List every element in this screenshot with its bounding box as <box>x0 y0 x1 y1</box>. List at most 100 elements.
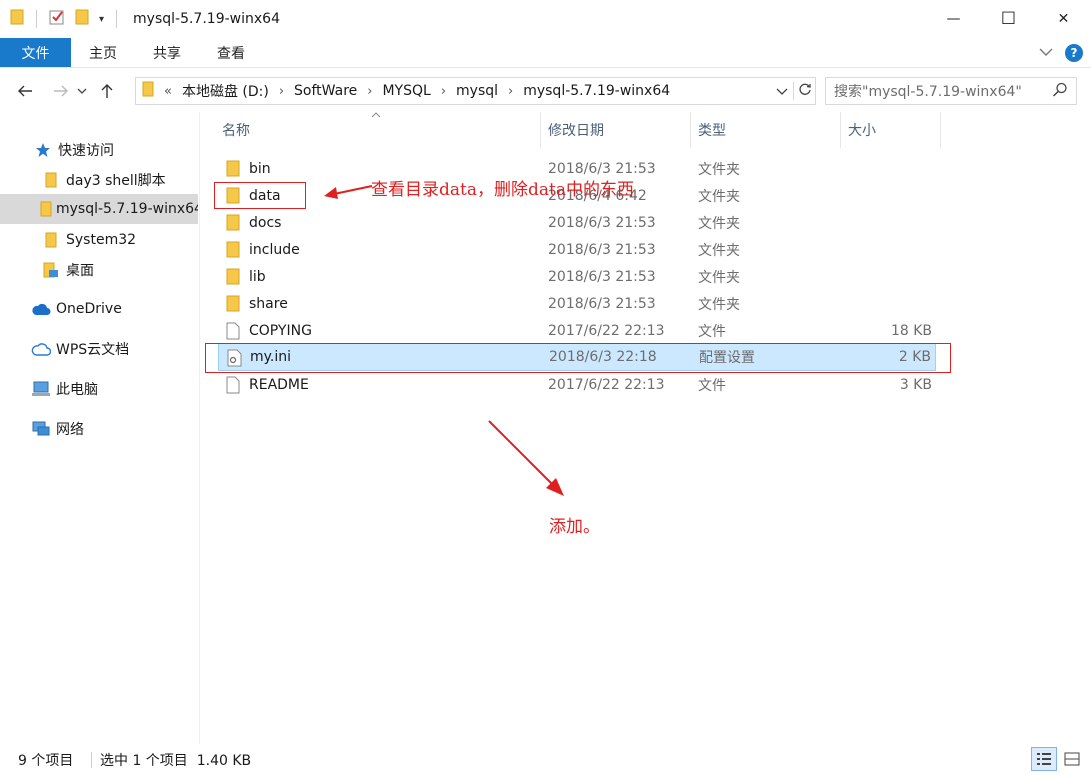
chevron-down-icon <box>776 88 788 95</box>
folder-icon <box>40 201 52 217</box>
breadcrumb-overflow[interactable]: « <box>164 84 172 99</box>
desktop-folder-icon <box>40 262 62 278</box>
computer-icon <box>30 381 52 397</box>
file-type: 文件 <box>698 377 726 394</box>
details-view-button[interactable] <box>1031 747 1057 771</box>
search-icon[interactable] <box>1052 82 1068 102</box>
breadcrumb-separator[interactable]: › <box>279 84 284 99</box>
column-header-size[interactable]: 大小 <box>841 112 941 148</box>
minimize-button[interactable]: — <box>926 0 981 38</box>
file-date: 2018/6/3 21:53 <box>548 295 656 312</box>
folder-icon <box>10 9 24 29</box>
nav-quick-access[interactable]: 快速访问 <box>0 135 198 165</box>
maximize-button[interactable]: ☐ <box>981 0 1036 38</box>
file-name: docs <box>249 214 282 231</box>
toolbar-divider <box>116 10 118 28</box>
file-row[interactable]: README 2017/6/22 22:13 文件 3 KB <box>218 371 936 398</box>
onedrive-cloud-icon <box>30 302 52 316</box>
file-row[interactable]: share 2018/6/3 21:53 文件夹 <box>218 290 936 317</box>
nav-network[interactable]: 网络 <box>0 414 198 444</box>
tab-home[interactable]: 主页 <box>71 38 135 67</box>
breadcrumb-mysql[interactable]: mysql <box>456 83 498 99</box>
item-count: 9 个项目 <box>18 752 74 769</box>
file-date: 2018/6/3 21:53 <box>548 268 656 285</box>
address-history-button[interactable] <box>771 84 793 99</box>
selection-info: 选中 1 个项目 1.40 KB <box>100 752 252 769</box>
annotation-arrow-left-icon <box>324 185 373 199</box>
folder-icon <box>142 81 154 101</box>
file-type: 文件夹 <box>698 242 740 259</box>
breadcrumb-drive[interactable]: 本地磁盘 (D:) <box>182 81 269 101</box>
window-controls: — ☐ ✕ <box>926 0 1091 38</box>
forward-button[interactable] <box>48 76 74 106</box>
address-bar[interactable]: « 本地磁盘 (D:) › SoftWare › MYSQL › mysql ›… <box>135 77 816 105</box>
help-icon[interactable]: ? <box>1065 44 1083 62</box>
close-button[interactable]: ✕ <box>1036 0 1091 38</box>
column-header-date[interactable]: 修改日期 <box>541 112 691 148</box>
large-icons-view-button[interactable] <box>1059 747 1085 771</box>
quick-access-toolbar: ▾ <box>0 0 119 38</box>
file-type: 文件夹 <box>698 269 740 286</box>
address-bar-controls <box>771 78 815 104</box>
file-date: 2018/6/3 21:53 <box>548 241 656 258</box>
properties-icon[interactable] <box>49 9 65 29</box>
breadcrumb-current[interactable]: mysql-5.7.19-winx64 <box>523 83 670 99</box>
breadcrumb-separator[interactable]: › <box>508 84 513 99</box>
nav-wps-cloud[interactable]: WPS云文档 <box>0 334 198 364</box>
nav-day3-shell[interactable]: day3 shell脚本 <box>0 165 198 195</box>
file-type: 文件 <box>698 323 726 340</box>
nav-mysql-folder[interactable]: mysql-5.7.19-winx64 <box>0 194 198 224</box>
tab-view[interactable]: 查看 <box>199 38 263 67</box>
file-name: share <box>249 295 288 312</box>
customize-toolbar-icon[interactable]: ▾ <box>99 14 104 25</box>
search-placeholder: 搜索"mysql-5.7.19-winx64" <box>834 84 1022 100</box>
folder-icon <box>226 268 240 289</box>
column-header-name[interactable]: 名称 <box>215 112 541 148</box>
file-row[interactable]: lib 2018/6/3 21:53 文件夹 <box>218 263 936 290</box>
tab-share[interactable]: 共享 <box>135 38 199 67</box>
file-name: lib <box>249 268 266 285</box>
file-row[interactable]: include 2018/6/3 21:53 文件夹 <box>218 236 936 263</box>
nav-onedrive[interactable]: OneDrive <box>0 294 198 324</box>
column-header-type[interactable]: 类型 <box>691 112 841 148</box>
details-view-icon <box>1037 753 1051 765</box>
file-date: 2018/6/3 21:53 <box>548 214 656 231</box>
navigation-bar: « 本地磁盘 (D:) › SoftWare › MYSQL › mysql ›… <box>0 70 1091 112</box>
file-size: 18 KB <box>890 322 932 339</box>
status-bar: 9 个项目 选中 1 个项目 1.40 KB <box>0 744 1091 775</box>
nav-label: OneDrive <box>56 301 122 317</box>
breadcrumb-separator[interactable]: › <box>367 84 372 99</box>
back-button[interactable] <box>12 76 38 106</box>
nav-system32[interactable]: System32 <box>0 225 198 255</box>
wps-cloud-icon <box>30 342 52 356</box>
recent-locations-button[interactable] <box>74 76 90 106</box>
refresh-button[interactable] <box>793 82 815 100</box>
folder-icon <box>226 241 240 262</box>
toolbar-divider <box>36 10 37 28</box>
tab-file[interactable]: 文件 <box>0 38 71 67</box>
folder-icon <box>40 232 62 248</box>
file-type: 文件夹 <box>698 161 740 178</box>
breadcrumb-mysql-upper[interactable]: MYSQL <box>382 83 430 99</box>
star-icon <box>32 142 54 158</box>
nav-desktop[interactable]: 桌面 <box>0 255 198 285</box>
new-folder-icon[interactable] <box>75 9 89 29</box>
file-date: 2017/6/22 22:13 <box>548 376 665 393</box>
annotation-data-note: 查看目录data，删除data中的东西 <box>371 180 634 200</box>
file-icon <box>226 376 240 398</box>
up-button[interactable] <box>94 76 120 106</box>
expand-ribbon-icon[interactable] <box>1039 46 1053 61</box>
file-row[interactable]: docs 2018/6/3 21:53 文件夹 <box>218 209 936 236</box>
nav-label: WPS云文档 <box>56 342 130 358</box>
window-title: mysql-5.7.19-winx64 <box>133 11 280 27</box>
file-type: 文件夹 <box>698 188 740 205</box>
file-row[interactable]: COPYING 2017/6/22 22:13 文件 18 KB <box>218 317 936 344</box>
search-input[interactable]: 搜索"mysql-5.7.19-winx64" <box>825 77 1077 105</box>
nav-this-pc[interactable]: 此电脑 <box>0 374 198 404</box>
file-date: 2017/6/22 22:13 <box>548 322 665 339</box>
file-icon <box>226 322 240 344</box>
annotation-add-note: 添加。 <box>549 517 600 537</box>
breadcrumb-separator[interactable]: › <box>441 84 446 99</box>
breadcrumb-software[interactable]: SoftWare <box>294 83 357 99</box>
view-toggle <box>1031 747 1085 771</box>
